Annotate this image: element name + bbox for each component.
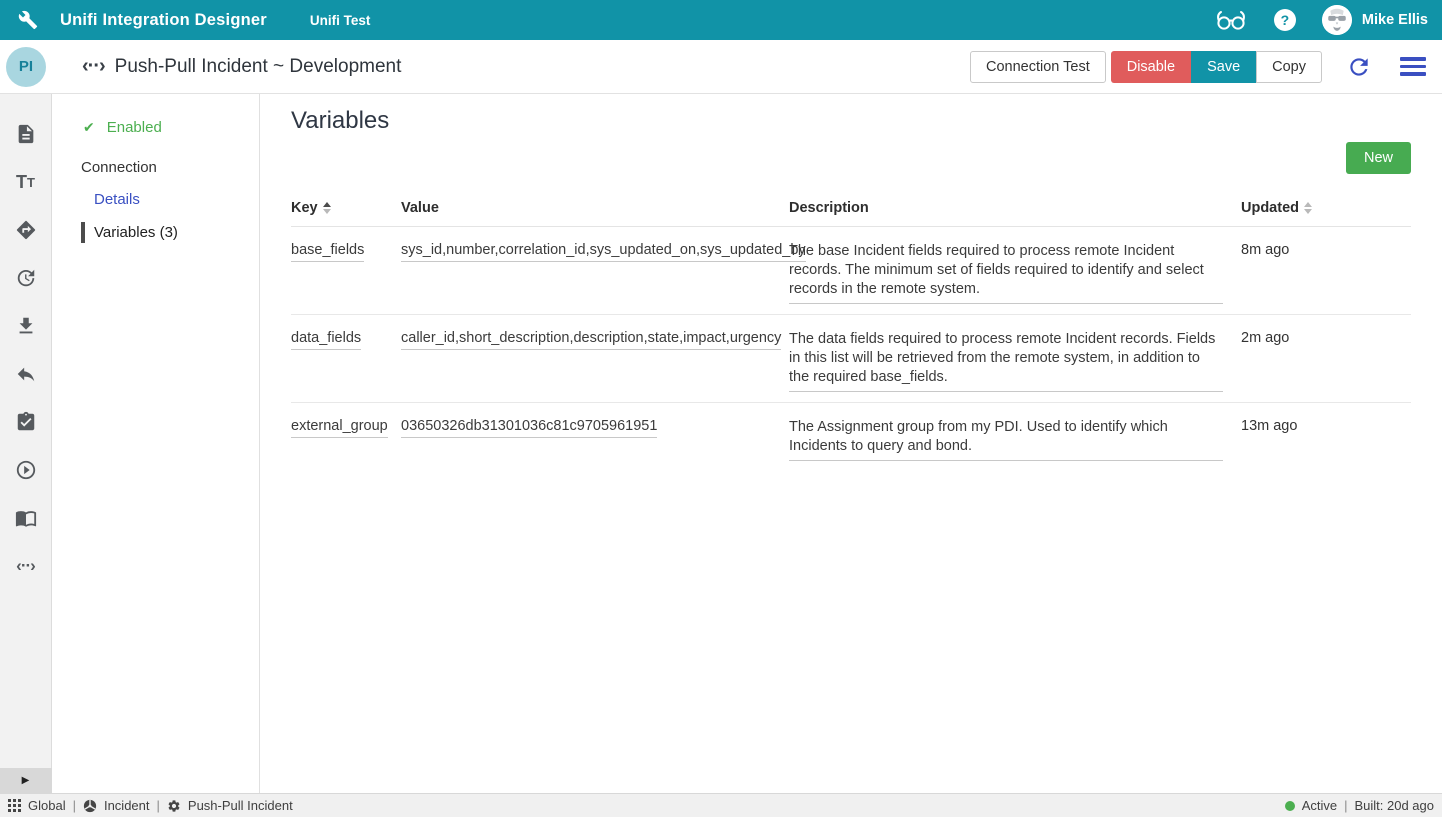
integration-header: PI ‹··› Push-Pull Incident ~ Development…	[0, 40, 1442, 94]
refresh-button[interactable]	[1344, 52, 1374, 82]
refresh-icon	[1346, 54, 1372, 80]
description-field[interactable]: The base Incident fields required to pro…	[789, 242, 1223, 304]
column-header-value: Value	[401, 200, 789, 216]
nav-item-details[interactable]: Details	[52, 191, 259, 208]
grid-icon	[8, 799, 21, 812]
directions-icon[interactable]	[14, 218, 38, 242]
description-field[interactable]: The Assignment group from my PDI. Used t…	[789, 418, 1223, 461]
status-bar: Global | Incident | Push-Pull Incident A…	[0, 793, 1442, 817]
key-field[interactable]: base_fields	[291, 242, 364, 262]
menu-button[interactable]	[1398, 52, 1428, 82]
column-header-description: Description	[789, 200, 1241, 216]
user-menu[interactable]: Mike Ellis	[1322, 5, 1428, 35]
download-icon[interactable]	[14, 314, 38, 338]
gear-icon	[167, 799, 181, 813]
save-button[interactable]: Save	[1191, 51, 1256, 83]
tasks-icon[interactable]	[14, 410, 38, 434]
value-field[interactable]: sys_id,number,correlation_id,sys_updated…	[401, 242, 806, 262]
enabled-status[interactable]: ✔ Enabled	[52, 119, 259, 136]
value-field[interactable]: 03650326db31301036c81c9705961951	[401, 418, 657, 438]
hamburger-icon	[1400, 57, 1426, 61]
section-heading: Variables	[291, 107, 1411, 135]
integration-label[interactable]: Push-Pull Incident	[188, 798, 293, 813]
icon-sidebar: TT ‹··› ▶	[0, 94, 52, 793]
active-status-dot	[1285, 801, 1295, 811]
play-circle-icon[interactable]	[14, 458, 38, 482]
description-field[interactable]: The data fields required to process remo…	[789, 330, 1223, 392]
main-content: Variables New Key Value Description Upda…	[260, 94, 1442, 793]
check-icon: ✔	[83, 119, 95, 136]
workspace-label[interactable]: Unifi Test	[310, 13, 371, 28]
page-title-text: Push-Pull Incident ~ Development	[115, 56, 402, 78]
built-label: Built: 20d ago	[1354, 798, 1434, 813]
updated-value: 2m ago	[1241, 330, 1411, 392]
incident-app-icon	[83, 799, 97, 813]
updated-value: 8m ago	[1241, 242, 1411, 304]
app-title: Unifi Integration Designer	[60, 11, 267, 30]
value-field[interactable]: caller_id,short_description,description,…	[401, 330, 781, 350]
history-icon[interactable]	[14, 266, 38, 290]
sort-icon-updated[interactable]	[1304, 202, 1312, 214]
table-toolbar: New	[291, 142, 1411, 174]
nav-section-connection: Connection	[52, 159, 259, 176]
new-variable-button[interactable]: New	[1346, 142, 1411, 174]
variables-label: Variables (3)	[94, 224, 178, 241]
user-name: Mike Ellis	[1362, 12, 1428, 28]
undo-icon[interactable]	[14, 362, 38, 386]
copy-button[interactable]: Copy	[1256, 51, 1322, 83]
enabled-label: Enabled	[107, 119, 162, 136]
column-header-updated[interactable]: Updated	[1241, 200, 1411, 216]
text-format-icon[interactable]: TT	[14, 170, 38, 194]
variables-table: Key Value Description Updated base_field…	[291, 189, 1411, 471]
table-row: data_fields caller_id,short_description,…	[291, 315, 1411, 403]
top-bar: Unifi Integration Designer Unifi Test ? …	[0, 0, 1442, 40]
key-field[interactable]: external_group	[291, 418, 388, 438]
active-status-label: Active	[1302, 798, 1337, 813]
scope-label[interactable]: Global	[28, 798, 66, 813]
column-header-key[interactable]: Key	[291, 200, 401, 216]
expand-sidebar-button[interactable]: ▶	[0, 768, 52, 793]
body: TT ‹··› ▶ ✔ Enabled Connection De	[0, 94, 1442, 793]
updated-value: 13m ago	[1241, 418, 1411, 461]
status-left: Global | Incident | Push-Pull Incident	[8, 798, 293, 813]
code-icon[interactable]: ‹··›	[14, 554, 38, 578]
document-icon[interactable]	[14, 122, 38, 146]
integration-avatar: PI	[6, 47, 46, 87]
action-button-group: Disable Save Copy	[1111, 51, 1322, 83]
table-header-row: Key Value Description Updated	[291, 189, 1411, 227]
glasses-icon[interactable]	[1214, 7, 1248, 33]
table-row: base_fields sys_id,number,correlation_id…	[291, 227, 1411, 315]
sort-icon-key[interactable]	[323, 202, 331, 214]
disable-button[interactable]: Disable	[1111, 51, 1191, 83]
user-avatar	[1322, 5, 1352, 35]
nav-panel: ✔ Enabled Connection Details Variables (…	[52, 94, 260, 793]
active-indicator-bar	[81, 222, 85, 243]
key-field[interactable]: data_fields	[291, 330, 361, 350]
help-icon[interactable]: ?	[1274, 9, 1296, 31]
documentation-icon[interactable]	[14, 506, 38, 530]
page-title: ‹··› Push-Pull Incident ~ Development	[82, 55, 401, 78]
status-right: Active | Built: 20d ago	[1285, 798, 1434, 813]
table-row: external_group 03650326db31301036c81c970…	[291, 403, 1411, 471]
application-label[interactable]: Incident	[104, 798, 150, 813]
integration-code-icon: ‹··›	[82, 55, 105, 78]
wrench-icon	[18, 10, 38, 30]
connection-test-button[interactable]: Connection Test	[970, 51, 1106, 83]
nav-item-variables[interactable]: Variables (3)	[81, 222, 259, 243]
